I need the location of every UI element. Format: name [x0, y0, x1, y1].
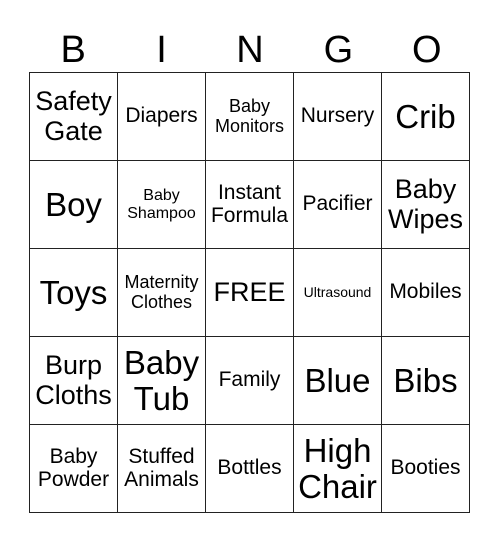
grid-row: Burp Cloths Baby Tub Family Blue Bibs — [29, 336, 470, 425]
bingo-cell[interactable]: Toys — [29, 248, 118, 337]
bingo-cell[interactable]: Diapers — [117, 72, 206, 161]
bingo-cell[interactable]: Ultrasound — [293, 248, 382, 337]
bingo-cell[interactable]: Mobiles — [381, 248, 470, 337]
grid-row: Baby Powder Stuffed Animals Bottles High… — [29, 424, 470, 513]
bingo-cell[interactable]: Crib — [381, 72, 470, 161]
bingo-cell[interactable]: High Chair — [293, 424, 382, 513]
bingo-cell[interactable]: Bottles — [205, 424, 294, 513]
bingo-cell[interactable]: Baby Monitors — [205, 72, 294, 161]
bingo-cell[interactable]: Blue — [293, 336, 382, 425]
bingo-cell[interactable]: Stuffed Animals — [117, 424, 206, 513]
bingo-header: B I N G O — [29, 28, 471, 72]
header-letter-n: N — [236, 29, 264, 71]
grid-row: Safety Gate Diapers Baby Monitors Nurser… — [29, 72, 470, 161]
bingo-cell[interactable]: Burp Cloths — [29, 336, 118, 425]
bingo-cell[interactable]: Instant Formula — [205, 160, 294, 249]
bingo-cell[interactable]: Boy — [29, 160, 118, 249]
bingo-cell[interactable]: Nursery — [293, 72, 382, 161]
bingo-cell[interactable]: Family — [205, 336, 294, 425]
header-letter-g: G — [323, 29, 354, 71]
bingo-cell[interactable]: Pacifier — [293, 160, 382, 249]
grid-row: Toys Maternity Clothes FREE Ultrasound M… — [29, 248, 470, 337]
bingo-grid: Safety Gate Diapers Baby Monitors Nurser… — [29, 72, 470, 513]
bingo-cell[interactable]: Baby Shampoo — [117, 160, 206, 249]
free-space-cell[interactable]: FREE — [205, 248, 294, 337]
grid-row: Boy Baby Shampoo Instant Formula Pacifie… — [29, 160, 470, 249]
bingo-cell[interactable]: Maternity Clothes — [117, 248, 206, 337]
bingo-cell[interactable]: Baby Wipes — [381, 160, 470, 249]
header-letter-o: O — [411, 29, 442, 71]
header-letter-b: B — [60, 29, 86, 71]
bingo-cell[interactable]: Baby Powder — [29, 424, 118, 513]
header-letter-i: I — [156, 29, 167, 71]
bingo-cell[interactable]: Bibs — [381, 336, 470, 425]
bingo-cell[interactable]: Booties — [381, 424, 470, 513]
bingo-cell[interactable]: Baby Tub — [117, 336, 206, 425]
bingo-cell[interactable]: Safety Gate — [29, 72, 118, 161]
